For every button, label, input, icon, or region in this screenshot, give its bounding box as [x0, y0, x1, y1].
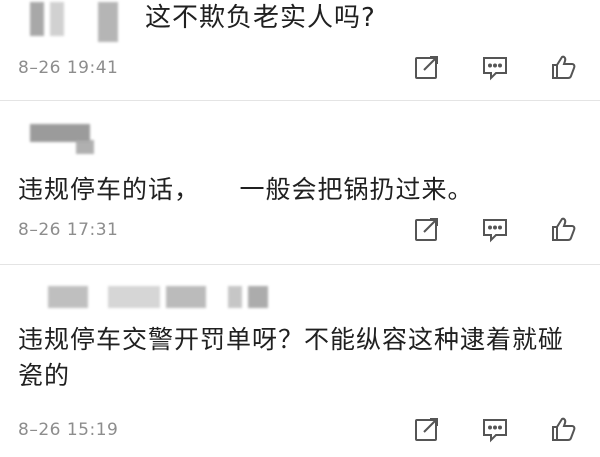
comment-icon[interactable]	[480, 52, 510, 82]
comment-item: 这不欺负老实人吗? 8–26 19:41	[0, 0, 600, 94]
comment-text: 违规停车交警开罚单呀？不能纵容这种逮着就碰瓷的	[18, 325, 565, 390]
comment-text: 这不欺负老实人吗?	[145, 3, 376, 33]
blurred-username	[48, 286, 268, 308]
divider	[0, 100, 600, 101]
comment-timestamp: 8–26 17:31	[18, 220, 119, 240]
comment-item: 违规停车交警开罚单呀？不能纵容这种逮着就碰瓷的 8–26 15:19	[0, 272, 600, 457]
share-icon[interactable]	[412, 214, 442, 244]
comment-icon[interactable]	[480, 414, 510, 444]
divider	[0, 264, 600, 265]
blurred-username	[30, 2, 118, 42]
comment-icon[interactable]	[480, 214, 510, 244]
share-icon[interactable]	[412, 414, 442, 444]
comment-item: 违规停车的话， 一般会把锅扔过来。 8–26 17:31	[0, 106, 600, 264]
comment-timestamp: 8–26 15:19	[18, 420, 119, 440]
comment-actions	[412, 52, 578, 82]
blurred-username-tail	[76, 140, 94, 154]
thumbs-up-icon[interactable]	[548, 214, 578, 244]
comment-timestamp: 8–26 19:41	[18, 58, 119, 78]
share-icon[interactable]	[412, 52, 442, 82]
comment-actions	[412, 414, 578, 444]
thumbs-up-icon[interactable]	[548, 414, 578, 444]
comment-actions	[412, 214, 578, 244]
comment-text: 违规停车的话， 一般会把锅扔过来。	[18, 175, 474, 204]
thumbs-up-icon[interactable]	[548, 52, 578, 82]
